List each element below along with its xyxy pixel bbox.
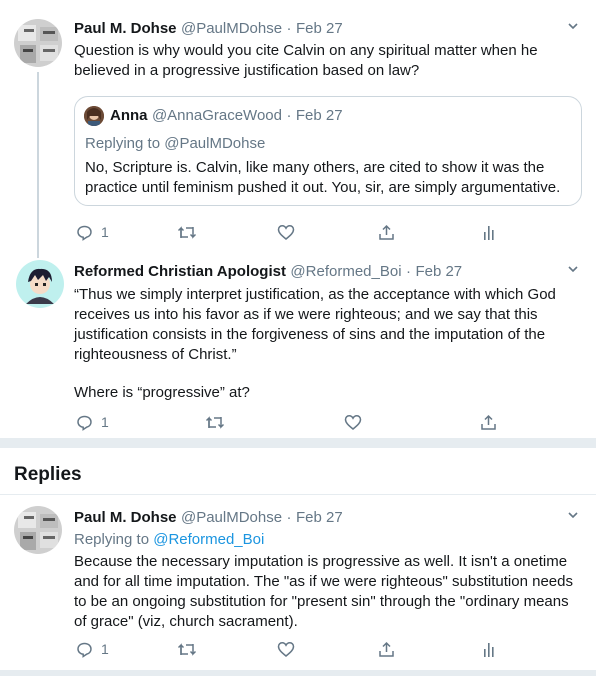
analytics-button[interactable] [482,639,496,659]
reply-icon [77,415,92,431]
tweet-date[interactable]: Feb 27 [296,509,343,526]
tweet-text: Because the necessary imputation is prog… [74,553,573,630]
replying-to: Replying to @Reformed_Boi [74,531,264,548]
author-handle[interactable]: @PaulMDohse [181,509,282,526]
quote-header: Anna @AnnaGraceWood · Feb 27 [110,107,343,125]
share-button[interactable] [378,222,395,242]
tweet-actions: 1 [74,639,574,659]
quote-author-name: Anna [110,107,148,124]
like-icon [277,641,295,657]
retweet-button[interactable] [177,222,197,242]
quote-avatar[interactable] [84,106,104,126]
thread-line [37,72,39,258]
quoted-tweet[interactable]: Anna @AnnaGraceWood · Feb 27 Replying to… [74,96,582,206]
like-button[interactable] [344,412,362,432]
author-handle[interactable]: @Reformed_Boi [290,263,401,280]
section-divider [0,438,596,448]
reply-button[interactable]: 1 [76,412,109,432]
author-name[interactable]: Paul M. Dohse [74,20,177,37]
tweet-paul-reply[interactable]: Paul M. Dohse @PaulMDohse · Feb 27 Reply… [0,495,596,676]
share-icon [481,414,496,430]
retweet-icon [177,642,197,656]
reply-icon [77,225,92,241]
tweet-header: Paul M. Dohse @PaulMDohse · Feb 27 [74,509,343,527]
quote-author-handle: @AnnaGraceWood [151,107,282,124]
avatar-paul[interactable] [14,506,62,554]
reply-count: 1 [101,414,109,430]
analytics-icon [484,225,494,240]
reply-button[interactable]: 1 [76,639,109,659]
author-name[interactable]: Paul M. Dohse [74,509,177,526]
avatar-reformed-boi[interactable] [16,260,64,308]
retweet-button[interactable] [177,639,197,659]
tweet-actions: 1 [74,222,574,242]
share-button[interactable] [480,412,497,432]
chevron-down-icon[interactable] [567,20,579,35]
retweet-button[interactable] [205,412,225,432]
replying-handle: @PaulMDohse [164,135,266,152]
like-icon [344,414,362,430]
tweet-date[interactable]: Feb 27 [415,263,462,280]
like-icon [277,224,295,240]
reply-icon [77,642,92,658]
share-icon [379,224,394,240]
tweet-text-followup: Where is “progressive” at? [74,384,250,401]
share-icon [379,641,394,657]
quote-text: No, Scripture is. Calvin, like many othe… [85,159,561,196]
tweet-paul-question[interactable]: Paul M. Dohse @PaulMDohse · Feb 27 Quest… [0,0,596,258]
author-handle[interactable]: @PaulMDohse [181,20,282,37]
separator: · [286,20,292,37]
share-button[interactable] [378,639,395,659]
chevron-down-icon[interactable] [567,263,579,278]
reply-button[interactable]: 1 [76,222,109,242]
tweet-text: “Thus we simply interpret justification,… [74,286,556,363]
author-name[interactable]: Reformed Christian Apologist [74,263,286,280]
separator: · [286,509,292,526]
separator: · [405,263,411,280]
tweet-reformed-apologist[interactable]: Reformed Christian Apologist @Reformed_B… [0,252,596,438]
retweet-icon [177,225,197,239]
replying-handle-link[interactable]: @Reformed_Boi [153,531,264,548]
tweet-header: Paul M. Dohse @PaulMDohse · Feb 27 [74,20,343,38]
avatar-paul[interactable] [14,19,62,67]
reply-count: 1 [101,224,109,240]
like-button[interactable] [277,639,295,659]
bottom-divider [0,670,596,676]
retweet-icon [205,415,225,429]
analytics-icon [484,642,494,657]
quote-replying-to: Replying to @PaulMDohse [85,135,265,152]
like-button[interactable] [277,222,295,242]
tweet-actions: 1 [74,412,574,432]
replying-prefix: Replying to [74,531,150,548]
tweet-header: Reformed Christian Apologist @Reformed_B… [74,263,462,281]
tweet-date[interactable]: Feb 27 [296,20,343,37]
analytics-button[interactable] [482,222,496,242]
tweet-text: Question is why would you cite Calvin on… [74,42,538,79]
separator: · [286,107,292,124]
replying-prefix: Replying to [85,135,161,152]
reply-count: 1 [101,641,109,657]
chevron-down-icon[interactable] [567,509,579,524]
replies-heading: Replies [14,464,82,485]
quote-date: Feb 27 [295,107,343,124]
